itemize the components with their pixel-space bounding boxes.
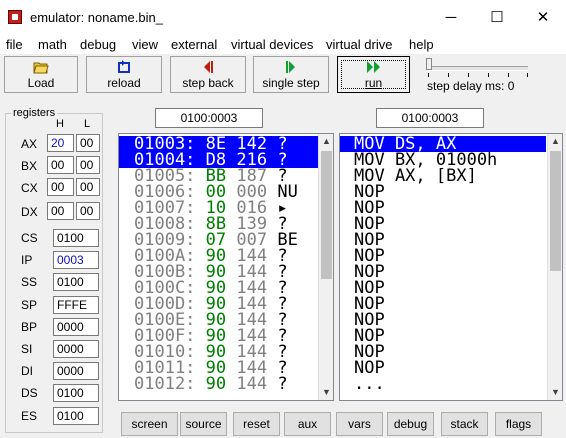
step-delay-slider-thumb[interactable]	[426, 58, 432, 70]
bp-field[interactable]: 0000	[53, 318, 99, 336]
registers-title: registers	[11, 107, 58, 119]
memory-address: 01012:	[134, 374, 196, 394]
window-title: emulator: noname.bin_	[30, 10, 163, 25]
stack-button[interactable]: stack	[441, 412, 488, 436]
menu-bar: file math debug view external virtual de…	[0, 36, 566, 54]
es-field[interactable]: 0100	[53, 407, 99, 425]
app-icon	[8, 10, 22, 24]
scroll-up-icon[interactable]: ▲	[319, 134, 333, 149]
reg-label-di: DI	[21, 364, 33, 378]
source-button[interactable]: source	[180, 412, 227, 436]
close-button[interactable]: ✕	[520, 0, 566, 36]
reg-label-bp: BP	[21, 320, 38, 334]
bx-low-field[interactable]: 00	[76, 156, 100, 174]
load-button[interactable]: Load	[4, 56, 78, 93]
reg-label-cs: CS	[21, 231, 38, 245]
memory-char-value: ?	[277, 374, 288, 394]
sp-field[interactable]: FFFE	[53, 296, 99, 314]
step-back-button[interactable]: step back	[170, 56, 246, 93]
debug-button[interactable]: debug	[387, 412, 434, 436]
single-step-icon	[254, 60, 328, 74]
cx-high-field[interactable]: 00	[47, 178, 74, 196]
menu-view[interactable]: view	[132, 37, 158, 52]
menu-virtual-drive[interactable]: virtual drive	[326, 37, 392, 52]
memory-hex-value: 90	[205, 374, 227, 394]
memory-address-input[interactable]: 0100:0003	[155, 108, 263, 128]
menu-debug[interactable]: debug	[80, 37, 116, 52]
memory-dec-value: 144	[236, 374, 268, 394]
reg-label-si: SI	[21, 342, 33, 356]
minimize-button[interactable]: ─	[428, 0, 474, 36]
step-back-icon	[171, 60, 245, 74]
bx-high-field[interactable]: 00	[47, 156, 74, 174]
title-bar: emulator: noname.bin_ ─ ☐ ✕	[0, 0, 566, 36]
reset-button[interactable]: reset	[233, 412, 280, 436]
menu-math[interactable]: math	[38, 37, 67, 52]
vars-button[interactable]: vars	[336, 412, 383, 436]
scroll-up-icon[interactable]: ▲	[548, 134, 562, 149]
reg-label-ax: AX	[21, 137, 38, 151]
reg-label-dx: DX	[21, 205, 38, 219]
ax-high-field[interactable]: 20	[47, 134, 74, 152]
cs-field[interactable]: 0100	[53, 229, 99, 247]
menu-file[interactable]: file	[6, 37, 23, 52]
aux-button[interactable]: aux	[284, 412, 331, 436]
reg-label-ss: SS	[21, 275, 38, 289]
disassembly-scrollbar[interactable]: ▲ ▼	[547, 134, 562, 400]
scroll-down-icon[interactable]: ▼	[319, 385, 333, 400]
reg-label-es: ES	[21, 409, 38, 423]
reg-label-bx: BX	[21, 159, 38, 173]
single-step-button[interactable]: single step	[253, 56, 329, 93]
reload-button[interactable]: reload	[86, 56, 162, 93]
reload-icon	[87, 60, 161, 74]
memory-list[interactable]: 01003: 8E 142 ? 01004: D8 216 ? 01005: BB …	[118, 133, 334, 401]
di-field[interactable]: 0000	[53, 362, 99, 380]
disassembly-row[interactable]: ...	[340, 376, 546, 393]
ax-low-field[interactable]: 00	[76, 134, 100, 152]
reg-label-ds: DS	[21, 386, 38, 400]
memory-scroll-thumb[interactable]	[321, 151, 332, 279]
dx-low-field[interactable]: 00	[76, 202, 100, 220]
dx-high-field[interactable]: 00	[47, 202, 74, 220]
si-field[interactable]: 0000	[53, 340, 99, 358]
maximize-button[interactable]: ☐	[474, 0, 520, 36]
reg-label-ip: IP	[21, 253, 33, 267]
low-byte-header: L	[84, 118, 91, 130]
memory-row[interactable]: 01012: 90 144 ?	[119, 374, 332, 394]
reg-label-cx: CX	[21, 181, 38, 195]
step-delay-slider-track[interactable]	[428, 66, 528, 71]
disassembly-list[interactable]: MOV DS, AX MOV BX, 01000h MOV AX, [BX] NOP N…	[339, 133, 563, 401]
cx-low-field[interactable]: 00	[76, 178, 100, 196]
disassembly-scroll-thumb[interactable]	[550, 151, 561, 271]
disasm-address-input[interactable]: 0100:0003	[376, 108, 484, 128]
step-delay-label: step delay ms: 0	[427, 79, 515, 93]
run-icon	[338, 60, 409, 74]
menu-external[interactable]: external	[171, 37, 217, 52]
folder-icon	[5, 60, 77, 74]
ds-field[interactable]: 0100	[53, 384, 99, 402]
slider-ticks	[428, 73, 528, 77]
reg-label-sp: SP	[21, 298, 38, 312]
ss-field[interactable]: 0100	[53, 273, 99, 291]
menu-virtual-devices[interactable]: virtual devices	[231, 37, 313, 52]
menu-help[interactable]: help	[409, 37, 434, 52]
screen-button[interactable]: screen	[121, 412, 178, 436]
scroll-down-icon[interactable]: ▼	[548, 385, 562, 400]
flags-button[interactable]: flags	[495, 412, 542, 436]
ip-field[interactable]: 0003	[53, 251, 99, 269]
memory-scrollbar[interactable]: ▲ ▼	[318, 134, 333, 400]
run-button[interactable]: run	[337, 56, 410, 93]
high-byte-header: H	[56, 118, 64, 130]
